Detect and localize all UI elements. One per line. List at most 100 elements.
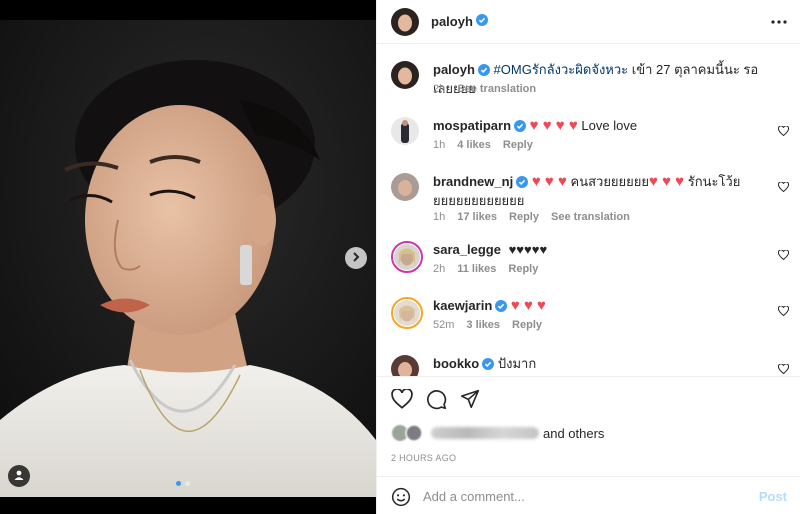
comment-text: bookko ปังมาก [433, 355, 753, 374]
comment-item: bookko ปังมาก [391, 355, 791, 376]
caption-hashtag-link[interactable]: #OMGรักลังวะผิดจังหวะ [494, 62, 629, 77]
action-bar [391, 388, 480, 413]
like-comment-button[interactable] [777, 125, 790, 139]
likes-and-others[interactable]: and others [543, 426, 604, 441]
heart-outline-icon [777, 305, 790, 319]
comment-body-wrap: ยยยยยยยยยยยย [433, 193, 525, 208]
reply-button[interactable]: Reply [503, 139, 533, 151]
hearts-emoji: ♥ ♥ ♥ ♥ [529, 117, 578, 134]
comment-text: brandnew_nj ♥ ♥ ♥ คนสวยยยยยย♥ ♥ ♥ รักนะโ… [433, 173, 758, 209]
commenter-username[interactable]: kaewjarin [433, 298, 492, 313]
hearts-emoji: ♥ ♥ ♥ [531, 173, 567, 190]
comment-item: brandnew_nj ♥ ♥ ♥ คนสวยยยยยย♥ ♥ ♥ รักนะโ… [391, 173, 791, 228]
carousel-dot-active [176, 481, 181, 486]
like-comment-button[interactable] [777, 249, 790, 263]
comment-item: sara_legge ♥♥♥♥♥ 2h 11 likes Reply [391, 241, 791, 281]
comment-likes-count[interactable]: 4 likes [457, 139, 491, 151]
share-button[interactable] [460, 389, 480, 413]
comment-body-continued: รักนะโว้ย [687, 174, 741, 189]
comment-time[interactable]: 1h [433, 139, 445, 151]
caption-username[interactable]: paloyh [433, 62, 475, 77]
commenter-avatar[interactable] [391, 355, 419, 376]
paper-plane-icon [460, 389, 480, 412]
commenter-avatar-story[interactable] [391, 297, 423, 329]
author-avatar[interactable] [391, 7, 419, 36]
comment-time[interactable]: 1h [433, 211, 445, 223]
comment-body: ปังมาก [497, 356, 537, 371]
see-translation-link[interactable]: See translation [457, 83, 536, 95]
verified-badge-icon [516, 175, 529, 192]
blurred-liker-names [431, 427, 539, 439]
comment-meta: 1h 17 likes Reply See translation [433, 211, 630, 223]
verified-badge-icon [477, 63, 490, 80]
reply-button[interactable]: Reply [512, 319, 542, 331]
liked-by[interactable]: and others [391, 424, 604, 442]
comment-item: mospatiparn ♥ ♥ ♥ ♥ Love love 1h 4 likes… [391, 117, 791, 157]
verified-badge-icon [495, 299, 508, 316]
post-media [0, 0, 376, 514]
next-photo-button[interactable] [345, 247, 367, 269]
caption-time[interactable]: 2h [433, 83, 445, 95]
more-options-button[interactable] [771, 14, 787, 33]
verified-badge-icon [514, 119, 527, 136]
comment-input[interactable] [423, 486, 743, 506]
comment-text: sara_legge ♥♥♥♥♥ [433, 241, 753, 258]
caption-meta: 2h See translation [433, 83, 536, 95]
commenter-avatar[interactable] [391, 117, 419, 145]
verified-badge-icon [475, 14, 488, 29]
chevron-right-icon [351, 251, 361, 265]
portrait-image [0, 20, 376, 497]
commenter-avatar[interactable] [391, 173, 419, 201]
comment-meta: 52m 3 likes Reply [433, 319, 542, 331]
reply-button[interactable]: Reply [508, 263, 538, 275]
heart-outline-icon [391, 388, 413, 412]
heart-outline-icon [777, 125, 790, 139]
post-header: paloyh [377, 0, 800, 44]
comment-button[interactable] [426, 389, 447, 413]
liker-avatars [391, 424, 425, 442]
commenter-username[interactable]: mospatiparn [433, 118, 511, 133]
comment-likes-count[interactable]: 11 likes [457, 263, 496, 275]
post-photo[interactable] [0, 20, 376, 497]
like-button[interactable] [391, 388, 413, 413]
heart-outline-icon [777, 249, 790, 263]
comment-body: คนสวยยยยยย [570, 174, 650, 189]
user-tag-icon [13, 469, 25, 484]
author-username[interactable]: paloyh [431, 14, 473, 29]
smiley-icon [391, 487, 411, 510]
hearts-emoji: ♥ ♥ ♥ [510, 297, 546, 314]
verified-badge-icon [482, 357, 495, 374]
heart-outline-icon [777, 363, 790, 376]
post-comment-button[interactable]: Post [759, 489, 787, 504]
like-comment-button[interactable] [777, 305, 790, 319]
commenter-username[interactable]: sara_legge [433, 242, 501, 257]
reply-button[interactable]: Reply [509, 211, 539, 223]
like-comment-button[interactable] [777, 181, 790, 195]
comment-time[interactable]: 2h [433, 263, 445, 275]
hearts-emoji: ♥ ♥ ♥ [649, 173, 685, 190]
caption: paloyh #OMGรักลังวะผิดจังหวะ เข้า 27 ตุล… [391, 61, 791, 101]
comment-likes-count[interactable]: 17 likes [457, 211, 497, 223]
comment-body: Love love [581, 118, 638, 133]
emoji-button[interactable] [391, 487, 411, 510]
tagged-users-button[interactable] [8, 465, 30, 487]
comment-body: ♥♥♥♥♥ [508, 242, 548, 257]
heart-outline-icon [777, 181, 790, 195]
author-avatar[interactable] [391, 61, 419, 89]
comment-text: mospatiparn ♥ ♥ ♥ ♥ Love love [433, 117, 753, 136]
commenter-username[interactable]: brandnew_nj [433, 174, 513, 189]
commenter-username[interactable]: bookko [433, 356, 479, 371]
comment-likes-count[interactable]: 3 likes [466, 319, 500, 331]
comments-list[interactable]: paloyh #OMGรักลังวะผิดจังหวะ เข้า 27 ตุล… [377, 45, 800, 376]
more-horizontal-icon [771, 19, 787, 33]
carousel-dot [185, 481, 190, 486]
comment-time[interactable]: 52m [433, 319, 454, 331]
like-comment-button[interactable] [777, 363, 790, 376]
comment-meta: 2h 11 likes Reply [433, 263, 538, 275]
post-timestamp[interactable]: 2 HOURS AGO [391, 453, 456, 463]
comment-text: kaewjarin ♥ ♥ ♥ [433, 297, 753, 316]
comment-bubble-icon [426, 390, 447, 413]
see-translation-link[interactable]: See translation [551, 211, 630, 223]
commenter-avatar-story[interactable] [391, 241, 423, 273]
carousel-indicator [176, 481, 190, 486]
